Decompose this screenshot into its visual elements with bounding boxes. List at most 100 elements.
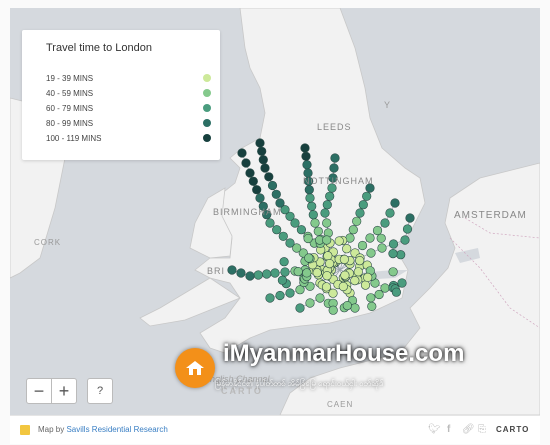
station-marker[interactable] — [237, 148, 247, 158]
station-marker[interactable] — [245, 271, 255, 281]
station-marker[interactable] — [405, 213, 415, 223]
station-marker[interactable] — [285, 238, 295, 248]
station-marker[interactable] — [248, 176, 258, 186]
station-marker[interactable] — [391, 287, 402, 297]
station-marker[interactable] — [390, 198, 400, 208]
station-marker[interactable] — [300, 143, 310, 153]
help-button[interactable]: ? — [87, 378, 113, 404]
station-marker[interactable] — [265, 293, 275, 303]
station-marker[interactable] — [366, 293, 376, 303]
station-marker[interactable] — [301, 151, 311, 161]
station-marker[interactable] — [339, 254, 350, 264]
station-marker[interactable] — [377, 243, 387, 253]
station-marker[interactable] — [385, 208, 395, 218]
station-marker[interactable] — [350, 276, 360, 286]
station-marker[interactable] — [312, 268, 322, 278]
station-marker[interactable] — [305, 298, 315, 308]
station-marker[interactable] — [376, 233, 386, 243]
station-marker[interactable] — [329, 163, 339, 173]
station-marker[interactable] — [302, 268, 312, 278]
station-marker[interactable] — [360, 280, 371, 290]
station-marker[interactable] — [325, 191, 335, 201]
station-marker[interactable] — [272, 225, 282, 235]
station-marker[interactable] — [279, 257, 289, 267]
station-marker[interactable] — [321, 282, 332, 292]
station-marker[interactable] — [315, 293, 325, 303]
station-marker[interactable] — [260, 163, 270, 173]
station-marker[interactable] — [353, 267, 363, 277]
station-marker[interactable] — [342, 244, 352, 254]
station-marker[interactable] — [241, 158, 251, 168]
station-marker[interactable] — [304, 253, 314, 263]
station-marker[interactable] — [255, 193, 265, 203]
station-marker[interactable] — [302, 160, 312, 170]
station-marker[interactable] — [397, 278, 407, 288]
station-marker[interactable] — [305, 193, 315, 203]
station-marker[interactable] — [322, 235, 332, 245]
station-marker[interactable] — [303, 233, 313, 244]
station-marker[interactable] — [322, 218, 332, 228]
station-marker[interactable] — [270, 268, 280, 278]
station-marker[interactable] — [388, 267, 398, 277]
station-marker[interactable] — [352, 216, 362, 226]
station-marker[interactable] — [366, 248, 376, 258]
station-marker[interactable] — [355, 256, 365, 266]
station-marker[interactable] — [400, 235, 410, 245]
station-marker[interactable] — [322, 271, 332, 281]
station-marker[interactable] — [262, 269, 272, 279]
station-marker[interactable] — [264, 172, 274, 182]
link-icon[interactable]: 🔗︎ — [462, 424, 475, 435]
station-marker[interactable] — [313, 226, 323, 236]
station-marker[interactable] — [320, 208, 330, 218]
station-marker[interactable] — [267, 180, 278, 191]
station-marker[interactable] — [363, 272, 373, 283]
station-marker[interactable] — [277, 275, 288, 285]
station-marker[interactable] — [350, 303, 360, 313]
station-marker[interactable] — [308, 210, 318, 220]
station-marker[interactable] — [295, 303, 305, 313]
station-marker[interactable] — [355, 208, 365, 218]
station-marker[interactable] — [357, 240, 368, 251]
station-marker[interactable] — [328, 288, 338, 298]
station-marker[interactable] — [374, 289, 384, 300]
station-marker[interactable] — [365, 233, 375, 243]
station-marker[interactable] — [323, 251, 333, 261]
station-marker[interactable] — [348, 225, 358, 235]
station-marker[interactable] — [362, 191, 372, 201]
station-marker[interactable] — [236, 268, 246, 278]
station-marker[interactable] — [275, 290, 285, 301]
station-marker[interactable] — [322, 200, 332, 210]
station-marker[interactable] — [330, 153, 340, 163]
station-marker[interactable] — [296, 225, 307, 235]
station-marker[interactable] — [293, 267, 303, 277]
station-marker[interactable] — [253, 270, 263, 280]
station-marker[interactable] — [258, 155, 268, 165]
station-marker[interactable] — [304, 185, 314, 195]
station-marker[interactable] — [388, 239, 399, 249]
station-marker[interactable] — [307, 201, 317, 211]
station-marker[interactable] — [340, 270, 350, 280]
station-marker[interactable] — [280, 267, 290, 277]
station-marker[interactable] — [255, 138, 265, 148]
share-icon[interactable]: ⎘ — [478, 424, 486, 435]
station-marker[interactable] — [278, 231, 288, 241]
station-marker[interactable] — [257, 146, 267, 156]
station-marker[interactable] — [227, 265, 237, 275]
zoom-out-button[interactable]: − — [26, 378, 52, 404]
station-marker[interactable] — [310, 218, 320, 228]
station-marker[interactable] — [265, 218, 275, 228]
twitter-icon[interactable]: 🐦︎ — [428, 424, 441, 435]
station-marker[interactable] — [328, 305, 338, 315]
attribution-link[interactable]: Savills Residential Research — [66, 425, 167, 434]
station-marker[interactable] — [334, 236, 344, 246]
station-marker[interactable] — [396, 250, 406, 260]
station-marker[interactable] — [402, 224, 413, 234]
station-marker[interactable] — [358, 200, 368, 210]
station-marker[interactable] — [285, 288, 295, 298]
station-marker[interactable] — [380, 218, 390, 228]
facebook-icon[interactable]: f — [447, 424, 450, 435]
station-marker[interactable] — [342, 301, 352, 311]
station-marker[interactable] — [245, 168, 255, 178]
station-marker[interactable] — [325, 259, 335, 269]
zoom-in-button[interactable]: + — [51, 378, 77, 404]
